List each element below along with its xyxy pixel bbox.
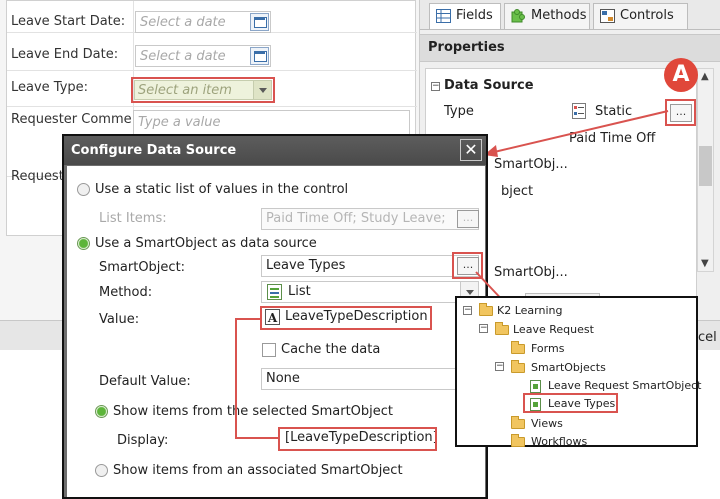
scroll-thumb[interactable] (699, 146, 712, 186)
smartobject-icon (530, 380, 541, 393)
list-items-label: List Items: (99, 211, 167, 226)
leave-types-highlight (523, 393, 618, 413)
leave-type-label: Leave Type: (11, 80, 89, 95)
tree-item-views[interactable]: Views (531, 417, 563, 430)
list-items-field: Paid Time Off; Study Leave; (261, 208, 479, 230)
start-date-placeholder: Select a date (140, 15, 226, 30)
start-date-label: Leave Start Date: (11, 14, 126, 29)
bracket-bottom (235, 437, 279, 439)
tree-item-leave-request[interactable]: Leave Request (513, 323, 594, 336)
tab-methods-label: Methods (531, 8, 587, 23)
cache-data-label: Cache the data (281, 342, 381, 357)
tab-fields-label: Fields (456, 8, 493, 23)
folder-icon (511, 416, 525, 429)
end-date-label: Leave End Date: (11, 47, 119, 62)
calendar-icon[interactable] (250, 13, 269, 31)
method-value: List (288, 284, 311, 299)
end-date-placeholder: Select a date (140, 49, 226, 64)
show-associated-option-label: Show items from an associated SmartObjec… (113, 463, 403, 478)
display-label: Display: (117, 433, 169, 448)
calendar-icon[interactable] (250, 47, 269, 65)
tab-controls-label: Controls (620, 8, 674, 23)
bracket-side (235, 318, 237, 439)
type-property-label: Type (444, 104, 474, 119)
tree-item-k2-learning[interactable]: K2 Learning (497, 304, 562, 317)
dialog-body: Use a static list of values in the contr… (67, 166, 485, 497)
request-label: Request (11, 169, 64, 184)
default-value-label: Default Value: (99, 374, 191, 389)
grid-icon (436, 9, 451, 23)
collapse-icon[interactable]: − (479, 324, 488, 333)
requester-comment-label: Requester Commer (11, 112, 131, 127)
tab-fields[interactable]: Fields (429, 3, 501, 29)
value-label: Value: (99, 312, 140, 327)
cache-data-checkbox[interactable] (262, 343, 276, 357)
folder-icon (511, 434, 525, 447)
value-field-highlight (260, 306, 432, 330)
folder-icon (495, 322, 509, 335)
bracket-top (235, 318, 261, 320)
dialog-title: Configure Data Source (64, 136, 486, 165)
show-selected-radio[interactable] (95, 405, 108, 418)
show-associated-radio[interactable] (95, 464, 108, 477)
list-items-ellipsis-button: ... (457, 210, 479, 228)
smartobject-label: SmartObject: (99, 260, 186, 275)
form-row-start-date: Leave Start Date: Select a date (7, 1, 417, 33)
end-date-input[interactable]: Select a date (135, 45, 271, 67)
close-icon[interactable]: ✕ (460, 139, 482, 161)
designer-tabs: Fields Methods Controls (420, 0, 720, 30)
static-list-radio[interactable] (77, 183, 90, 196)
requester-comment-placeholder: Type a value (138, 115, 221, 130)
collapse-icon[interactable]: − (431, 82, 440, 91)
data-source-section-title: Data Source (444, 78, 534, 93)
tab-methods[interactable]: Methods (504, 3, 590, 29)
smartobject-field[interactable]: Leave Types (261, 255, 479, 277)
default-value-text: None (266, 371, 300, 386)
puzzle-icon (511, 9, 525, 23)
tree-item-smartobjects[interactable]: SmartObjects (531, 361, 606, 374)
folder-icon (479, 303, 493, 316)
method-select[interactable]: List (261, 281, 479, 303)
folder-icon (511, 360, 525, 373)
collapse-icon[interactable]: − (463, 306, 472, 315)
scroll-up-icon[interactable]: ▲ (701, 71, 709, 82)
static-list-option-label: Use a static list of values in the contr… (95, 182, 349, 197)
display-field-highlight (278, 427, 437, 451)
method-label: Method: (99, 285, 153, 300)
controls-icon (600, 9, 615, 23)
start-date-input[interactable]: Select a date (135, 11, 271, 33)
smartobject-option-label: Use a SmartObject as data source (95, 236, 317, 251)
scroll-down-icon[interactable]: ▼ (701, 258, 709, 269)
tab-controls[interactable]: Controls (593, 3, 688, 29)
method-list-icon (267, 284, 282, 300)
leave-type-highlight (131, 77, 275, 103)
default-value-select[interactable]: None (261, 368, 479, 390)
connector-arrow (484, 110, 669, 157)
smartobject-tree-popup: − K2 Learning − Leave Request Forms − Sm… (455, 296, 702, 448)
form-row-end-date: Leave End Date: Select a date (7, 33, 417, 71)
collapse-icon[interactable]: − (495, 362, 504, 371)
callout-badge: A (664, 58, 698, 92)
folder-icon (511, 341, 525, 354)
tree-item-leave-request-smartobject[interactable]: Leave Request SmartObject (548, 379, 702, 392)
property-fragment-object: bject (501, 184, 534, 199)
tree-item-workflows[interactable]: Workflows (531, 435, 587, 448)
configure-data-source-dialog: Configure Data Source ✕ Use a static lis… (62, 134, 488, 499)
tree-item-forms[interactable]: Forms (531, 342, 564, 355)
cancel-label-fragment: cel (698, 330, 717, 345)
show-selected-option-label: Show items from the selected SmartObject (113, 404, 394, 419)
smartobject-radio[interactable] (77, 237, 90, 250)
